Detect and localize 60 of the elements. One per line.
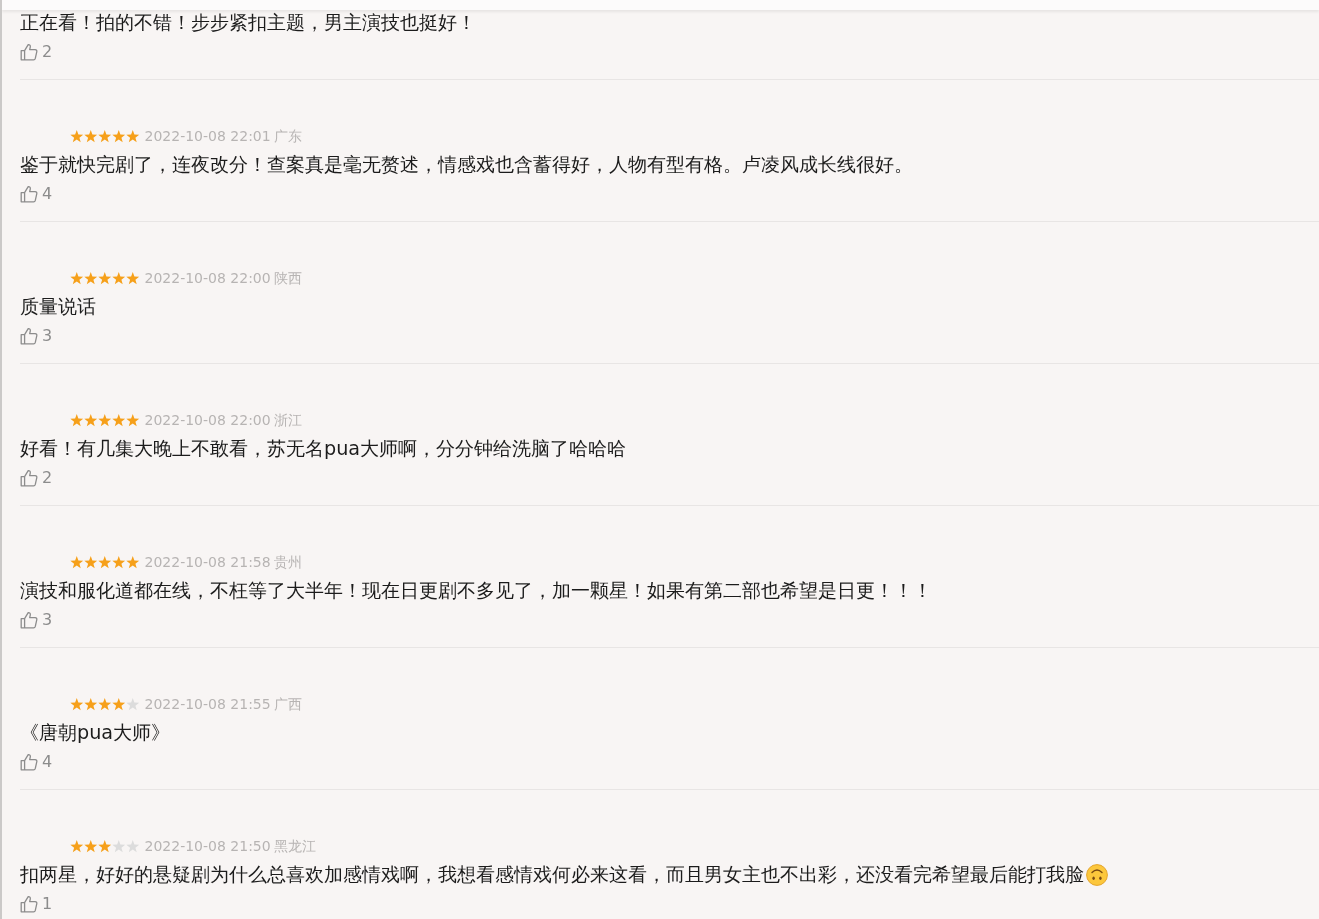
like-count: 4 bbox=[42, 752, 53, 772]
filled-star-icon bbox=[84, 413, 98, 427]
like-count: 2 bbox=[42, 42, 53, 62]
thumbs-up-icon[interactable] bbox=[20, 185, 38, 203]
filled-star-icon bbox=[84, 839, 98, 853]
filled-star-icon bbox=[70, 129, 84, 143]
review-text: 鉴于就快完剧了，连夜改分！查案真是毫无赘述，情感戏也含蓄得好，人物有型有格。卢凌风成长线很好。 bbox=[20, 152, 913, 178]
review-date: 2022-10-08 22:01 bbox=[144, 128, 271, 144]
review-region: 陕西 bbox=[273, 270, 302, 286]
filled-star-icon bbox=[70, 839, 84, 853]
review-date: 2022-10-08 21:55 bbox=[144, 696, 271, 712]
review-date: 2022-10-08 21:58 bbox=[144, 554, 271, 570]
review-text: 《唐朝pua大师》 bbox=[20, 720, 171, 746]
review-region: 浙江 bbox=[273, 412, 302, 428]
filled-star-icon bbox=[70, 697, 84, 711]
filled-star-icon bbox=[112, 271, 126, 285]
like-count: 3 bbox=[42, 326, 53, 346]
review-text: 演技和服化道都在线，不枉等了大半年！现在日更剧不多见了，加一颗星！如果有第二部也希望是日更！！！ bbox=[20, 578, 932, 604]
filled-star-icon bbox=[112, 697, 126, 711]
filled-star-icon bbox=[112, 129, 126, 143]
review-date: 2022-10-08 22:00 bbox=[144, 412, 271, 428]
filled-star-icon bbox=[126, 555, 140, 569]
filled-star-icon bbox=[126, 271, 140, 285]
filled-star-icon bbox=[70, 413, 84, 427]
thumbs-up-icon[interactable] bbox=[20, 611, 38, 629]
filled-star-icon bbox=[112, 555, 126, 569]
review-region: 广东 bbox=[273, 128, 302, 144]
thumbs-up-icon[interactable] bbox=[20, 43, 38, 61]
filled-star-icon bbox=[98, 697, 112, 711]
filled-star-icon bbox=[98, 129, 112, 143]
review-text: 质量说话 bbox=[20, 294, 96, 320]
filled-star-icon bbox=[126, 129, 140, 143]
filled-star-icon bbox=[98, 555, 112, 569]
filled-star-icon bbox=[84, 271, 98, 285]
like-count: 2 bbox=[42, 468, 53, 488]
review-region: 贵州 bbox=[273, 554, 302, 570]
thumbs-up-icon[interactable] bbox=[20, 327, 38, 345]
filled-star-icon bbox=[98, 413, 112, 427]
thumbs-up-icon[interactable] bbox=[20, 469, 38, 487]
thumbs-up-icon[interactable] bbox=[20, 753, 38, 771]
review-date: 2022-10-08 21:50 bbox=[144, 838, 271, 854]
like-count: 4 bbox=[42, 184, 53, 204]
filled-star-icon bbox=[126, 413, 140, 427]
like-count: 3 bbox=[42, 610, 53, 630]
review-date: 2022-10-08 22:00 bbox=[144, 270, 271, 286]
review-text: 扣两星，好好的悬疑剧为什么总喜欢加感情戏啊，我想看感情戏何必来这看，而且男女主也不出彩，还没看完希望最后能打我脸 bbox=[20, 862, 1084, 888]
filled-star-icon bbox=[98, 271, 112, 285]
filled-star-icon bbox=[70, 271, 84, 285]
review-region: 广西 bbox=[273, 696, 302, 712]
review-text: 好看！有几集大晚上不敢看，苏无名pua大师啊，分分钟给洗脑了哈哈哈 bbox=[20, 436, 627, 462]
filled-star-icon bbox=[98, 839, 112, 853]
filled-star-icon bbox=[84, 697, 98, 711]
thumbs-up-icon[interactable] bbox=[20, 895, 38, 913]
review-text: 正在看！拍的不错！步步紧扣主题，男主演技也挺好！ bbox=[20, 10, 476, 36]
review-region: 黑龙江 bbox=[273, 838, 316, 854]
filled-star-icon bbox=[84, 129, 98, 143]
filled-star-icon bbox=[112, 413, 126, 427]
like-count: 1 bbox=[42, 894, 53, 914]
filled-star-icon bbox=[70, 555, 84, 569]
filled-star-icon bbox=[84, 555, 98, 569]
